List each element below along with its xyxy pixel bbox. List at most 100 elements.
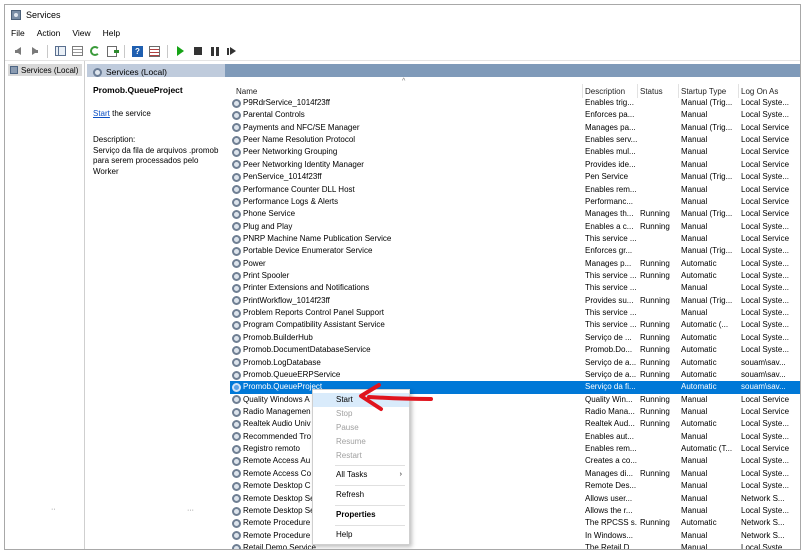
service-name-cell: PenService_1014f23ff bbox=[232, 171, 580, 183]
play-icon bbox=[177, 46, 184, 56]
service-log-on-as: Local Syste... bbox=[741, 246, 790, 256]
table-row[interactable]: Peer Networking Grouping Enables mul... Ma… bbox=[230, 146, 800, 158]
help-button[interactable]: ? bbox=[131, 45, 144, 58]
table-row[interactable]: Portable Device Enumerator Service Enforc… bbox=[230, 245, 800, 257]
service-description: Enables rem... bbox=[585, 184, 637, 194]
service-description: Serviço de a... bbox=[585, 369, 637, 379]
table-row[interactable]: Performance Counter DLL Host Enables rem.… bbox=[230, 184, 800, 196]
table-row[interactable]: PrintWorkflow_1014f23ff Provides su... Run… bbox=[230, 295, 800, 307]
service-gear-icon bbox=[232, 308, 241, 318]
column-header-description[interactable]: Description bbox=[585, 84, 625, 98]
service-log-on-as: Local Syste... bbox=[741, 98, 790, 107]
service-gear-icon bbox=[232, 345, 241, 355]
services-app-icon bbox=[11, 10, 21, 20]
menu-item-restart: Restart bbox=[336, 451, 362, 460]
table-row[interactable]: Promob.QueueERPService Serviço de a... Run… bbox=[230, 369, 800, 381]
table-row[interactable]: Plug and Play Enables a c... Running Manual… bbox=[230, 221, 800, 233]
stop-service-button[interactable] bbox=[191, 45, 204, 58]
service-description: Serviço de ... bbox=[585, 332, 632, 342]
menu-bar: File Action View Help bbox=[5, 25, 800, 41]
column-divider[interactable] bbox=[637, 84, 638, 98]
column-divider[interactable] bbox=[582, 84, 583, 98]
table-row[interactable]: Printer Extensions and Notifications This… bbox=[230, 282, 800, 294]
export-icon bbox=[106, 45, 119, 57]
tree-item-services-local[interactable]: Services (Local) bbox=[8, 64, 82, 76]
service-name-cell: PNRP Machine Name Publication Service bbox=[232, 233, 580, 245]
table-row[interactable]: Parental Controls Enforces pa... Manual Loc… bbox=[230, 109, 800, 121]
column-header-name[interactable]: Name bbox=[236, 84, 257, 98]
service-description: Enables mul... bbox=[585, 147, 636, 157]
service-description: This service ... bbox=[585, 233, 637, 243]
service-status bbox=[640, 542, 680, 549]
service-log-on-as: Local Syste... bbox=[741, 221, 790, 231]
menu-help[interactable]: Help bbox=[103, 28, 120, 38]
forward-button[interactable] bbox=[28, 45, 41, 58]
service-startup-type: Manual bbox=[681, 505, 708, 515]
service-description: Manages di... bbox=[585, 468, 634, 478]
service-status: Running bbox=[640, 258, 670, 268]
table-row[interactable]: PenService_1014f23ff Pen Service Manual (T… bbox=[230, 171, 800, 183]
table-row[interactable]: Print Spooler This service ... Running Auto… bbox=[230, 270, 800, 282]
service-status: Running bbox=[640, 345, 670, 355]
service-description: Serviço da fi... bbox=[585, 382, 636, 392]
table-row[interactable]: P9RdrService_1014f23ff Enables trig... Man… bbox=[230, 97, 800, 109]
service-status bbox=[640, 480, 680, 492]
properties-button[interactable] bbox=[148, 45, 161, 58]
column-divider[interactable] bbox=[678, 84, 679, 98]
help-icon: ? bbox=[132, 45, 143, 57]
table-row[interactable]: Promob.BuilderHub Serviço de ... Running Au… bbox=[230, 332, 800, 344]
service-name: Promob.LogDatabase bbox=[243, 357, 321, 367]
table-row[interactable]: Problem Reports Control Panel Support Thi… bbox=[230, 307, 800, 319]
menu-item-properties[interactable]: Properties bbox=[313, 508, 409, 522]
pause-service-button[interactable] bbox=[208, 45, 221, 58]
start-service-button[interactable] bbox=[174, 45, 187, 58]
table-row[interactable]: Peer Networking Identity Manager Provides… bbox=[230, 159, 800, 171]
service-startup-type: Automatic bbox=[681, 382, 717, 392]
export-list-button[interactable] bbox=[105, 45, 119, 58]
menu-file[interactable]: File bbox=[11, 28, 25, 38]
service-gear-icon bbox=[232, 271, 241, 281]
menu-item-refresh[interactable]: Refresh bbox=[313, 488, 409, 502]
column-header-log-on-as[interactable]: Log On As bbox=[741, 84, 778, 98]
service-status: Running bbox=[640, 369, 670, 379]
back-button[interactable] bbox=[11, 45, 24, 58]
table-row[interactable]: Power Manages p... Running Automatic Local S… bbox=[230, 258, 800, 270]
service-description: Remote Des... bbox=[585, 481, 637, 491]
column-divider[interactable] bbox=[738, 84, 739, 98]
menu-item-all-tasks[interactable]: All Tasks › bbox=[313, 468, 409, 482]
service-description: In Windows... bbox=[585, 530, 634, 540]
column-header-status[interactable]: Status bbox=[640, 84, 663, 98]
service-log-on-as: Local Syste... bbox=[741, 320, 790, 330]
service-description: Allows user... bbox=[585, 493, 633, 503]
table-row[interactable]: Peer Name Resolution Protocol Enables ser… bbox=[230, 134, 800, 146]
service-status bbox=[640, 307, 680, 319]
table-row[interactable]: PNRP Machine Name Publication Service Thi… bbox=[230, 233, 800, 245]
refresh-icon bbox=[89, 46, 100, 56]
service-name: Performance Logs & Alerts bbox=[243, 196, 339, 206]
table-row[interactable]: Performance Logs & Alerts Performanc... Ma… bbox=[230, 196, 800, 208]
column-header-startup-type[interactable]: Startup Type bbox=[681, 84, 726, 98]
service-status: Running bbox=[640, 332, 670, 342]
service-name: Retail Demo Service bbox=[243, 542, 316, 550]
service-name: Remote Access Au bbox=[243, 456, 311, 466]
show-hide-tree-button[interactable] bbox=[54, 45, 67, 58]
service-status bbox=[640, 171, 680, 183]
refresh-button[interactable] bbox=[88, 45, 101, 58]
list-view-button[interactable] bbox=[71, 45, 84, 58]
menu-item-resume: Resume bbox=[336, 437, 366, 446]
selected-service-name: Promob.QueueProject bbox=[93, 85, 183, 95]
menu-action[interactable]: Action bbox=[37, 28, 61, 38]
pane-title: Services (Local) bbox=[106, 67, 167, 77]
table-row[interactable]: Promob.DocumentDatabaseService Promob.Do.… bbox=[230, 344, 800, 356]
service-log-on-as: souam\sav... bbox=[741, 369, 786, 379]
service-gear-icon bbox=[232, 98, 241, 108]
menu-view[interactable]: View bbox=[72, 28, 90, 38]
table-row[interactable]: Payments and NFC/SE Manager Manages pa...… bbox=[230, 122, 800, 134]
menu-item-help[interactable]: Help bbox=[313, 528, 409, 542]
start-service-link[interactable]: Start bbox=[93, 109, 110, 118]
service-name: Program Compatibility Assistant Service bbox=[243, 320, 385, 330]
restart-service-button[interactable] bbox=[225, 45, 238, 58]
table-row[interactable]: Phone Service Manages th... Running Manual … bbox=[230, 208, 800, 220]
table-row[interactable]: Promob.LogDatabase Serviço de a... Running… bbox=[230, 357, 800, 369]
table-row[interactable]: Program Compatibility Assistant Service T… bbox=[230, 319, 800, 331]
